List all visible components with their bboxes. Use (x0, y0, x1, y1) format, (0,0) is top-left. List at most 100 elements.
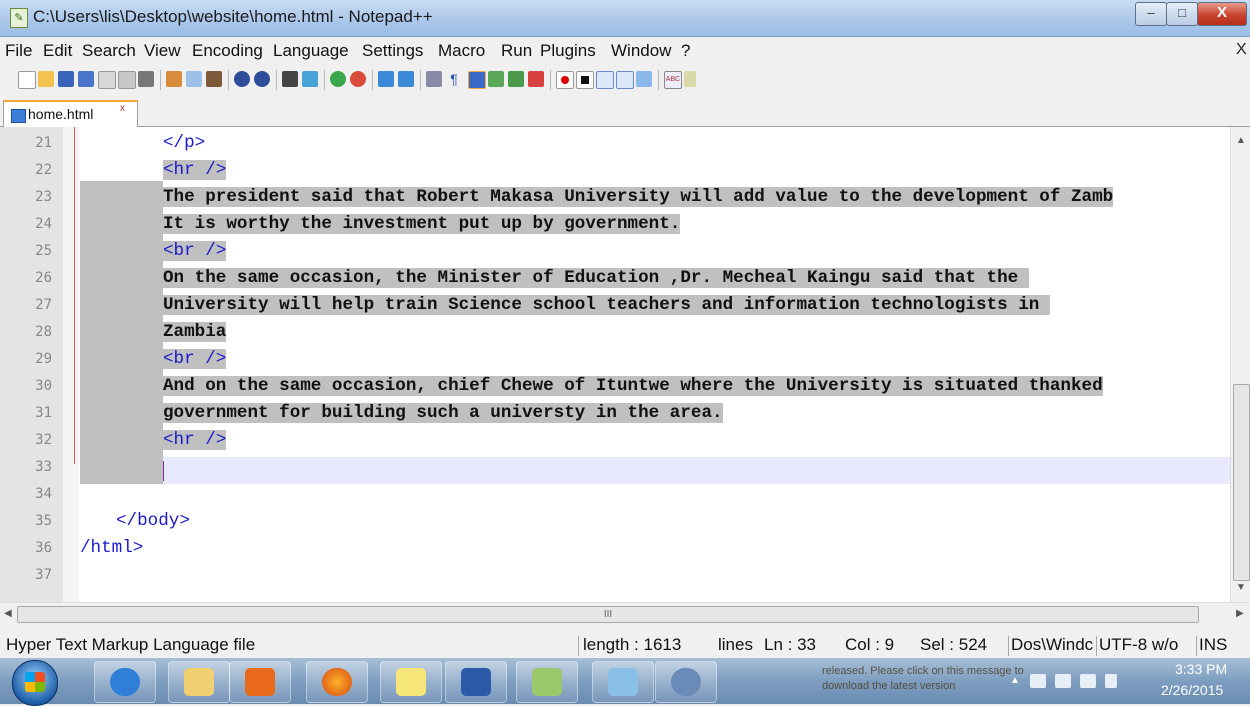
toolbar-separator (420, 70, 421, 90)
network-icon[interactable] (1080, 674, 1096, 688)
show-hidden-icons-arrow-icon[interactable]: ▲ (1010, 675, 1020, 686)
code-line[interactable]: 21 </p> (0, 130, 1230, 157)
user-language-icon[interactable] (488, 71, 504, 87)
copy-icon[interactable] (186, 71, 202, 87)
minimize-button[interactable]: – (1135, 2, 1167, 26)
scroll-left-arrow-icon[interactable]: ◀ (4, 608, 12, 619)
code-line[interactable]: 30 And on the same occasion, chief Chewe … (0, 373, 1230, 400)
find-icon[interactable] (282, 71, 298, 87)
code-line[interactable]: 25 <br /> (0, 238, 1230, 265)
menu-macro[interactable]: Macro (438, 41, 485, 61)
menu-run[interactable]: Run (501, 41, 532, 61)
new-file-icon[interactable] (18, 71, 36, 89)
stop-macro-icon[interactable] (576, 71, 594, 89)
editor-pane[interactable]: 21 </p> 22 <hr /> 23 The president said that … (0, 127, 1250, 602)
save-macro-icon[interactable] (636, 71, 652, 87)
menu-view[interactable]: View (144, 41, 181, 61)
taskbar-sticky-notes[interactable] (380, 661, 442, 703)
save-all-icon[interactable] (78, 71, 94, 87)
cut-icon[interactable] (166, 71, 182, 87)
status-length: length : 1613 (583, 635, 682, 654)
sync-vertical-icon[interactable] (378, 71, 394, 87)
menu-file[interactable]: File (5, 41, 32, 61)
code-line[interactable]: 23 The president said that Robert Makasa … (0, 184, 1230, 211)
print-icon[interactable] (138, 71, 154, 87)
taskbar-notepad[interactable] (592, 661, 654, 703)
code-line[interactable]: 22 <hr /> (0, 157, 1230, 184)
play-macro-icon[interactable] (596, 71, 614, 89)
taskbar-microsoft-word[interactable] (445, 661, 507, 703)
title-bar[interactable]: ✎ C:\Users\lis\Desktop\website\home.html… (0, 0, 1250, 37)
taskbar-internet-explorer[interactable] (94, 661, 156, 703)
menu-search[interactable]: Search (82, 41, 136, 61)
menu-plugins[interactable]: Plugins (540, 41, 596, 61)
replace-icon[interactable] (302, 71, 318, 87)
close-all-icon[interactable] (118, 71, 136, 89)
show-all-characters-icon[interactable]: ¶ (446, 71, 462, 87)
code-line[interactable]: 32 <hr /> (0, 427, 1230, 454)
clock-date[interactable]: 2/26/2015 (1161, 682, 1223, 698)
redo-icon[interactable] (254, 71, 270, 87)
menu-help[interactable]: ? (681, 41, 690, 61)
action-center-icon[interactable] (1030, 674, 1046, 688)
save-icon[interactable] (58, 71, 74, 87)
horizontal-scroll-thumb[interactable]: III (17, 606, 1199, 623)
zoom-out-icon[interactable] (350, 71, 366, 87)
code-line[interactable]: 27 University will help train Science sch… (0, 292, 1230, 319)
run-macro-multiple-icon[interactable] (616, 71, 634, 89)
status-bar: Hyper Text Markup Language file length :… (0, 634, 1250, 658)
vertical-scrollbar[interactable]: ▲ ▼ (1230, 127, 1250, 602)
taskbar-app[interactable] (655, 661, 717, 703)
close-button[interactable]: X (1197, 2, 1247, 26)
menu-window[interactable]: Window (611, 41, 671, 61)
paste-icon[interactable] (206, 71, 222, 87)
code-line[interactable]: 36/html> (0, 535, 1230, 562)
code-line[interactable]: 33 (0, 454, 1230, 481)
tab-home-html[interactable]: home.html x (3, 100, 138, 128)
volume-icon[interactable] (1105, 674, 1117, 688)
word-wrap-icon[interactable] (426, 71, 442, 87)
code-line[interactable]: 31 government for building such a univers… (0, 400, 1230, 427)
document-map-icon[interactable] (508, 71, 524, 87)
open-file-icon[interactable] (38, 71, 54, 87)
notepadpp-app-icon[interactable]: ✎ (10, 8, 28, 28)
update-notification-text[interactable]: released. Please click on this message t… (822, 664, 1032, 694)
close-file-icon[interactable] (98, 71, 116, 89)
zoom-in-icon[interactable] (330, 71, 346, 87)
record-macro-icon[interactable] (556, 71, 574, 89)
taskbar-notepad-plus-plus[interactable] (516, 661, 578, 703)
code-line[interactable]: 28 Zambia (0, 319, 1230, 346)
code-line[interactable]: 37 (0, 562, 1230, 589)
indent-guide-icon[interactable] (468, 71, 486, 89)
maximize-button[interactable]: □ (1166, 2, 1198, 26)
scroll-down-arrow-icon[interactable]: ▼ (1236, 582, 1246, 593)
code-line[interactable]: 35 </body> (0, 508, 1230, 535)
plugin-icon[interactable] (684, 71, 696, 87)
menu-settings[interactable]: Settings (362, 41, 423, 61)
menu-edit[interactable]: Edit (43, 41, 72, 61)
clock-time[interactable]: 3:33 PM (1175, 661, 1227, 677)
function-list-icon[interactable] (528, 71, 544, 87)
tab-close-icon[interactable]: x (120, 103, 125, 114)
start-button[interactable] (12, 660, 58, 706)
vertical-scroll-thumb[interactable] (1233, 384, 1250, 581)
code-line[interactable]: 24 It is worthy the investment put up by … (0, 211, 1230, 238)
taskbar-firefox[interactable] (306, 661, 368, 703)
code-line[interactable]: 34 (0, 481, 1230, 508)
spell-check-icon[interactable]: ABC (664, 71, 682, 89)
scroll-right-arrow-icon[interactable]: ▶ (1236, 608, 1244, 619)
code-line[interactable]: 29 <br /> (0, 346, 1230, 373)
horizontal-scrollbar[interactable]: ◀ III ▶ (0, 602, 1250, 625)
sync-horizontal-icon[interactable] (398, 71, 414, 87)
power-icon[interactable] (1055, 674, 1071, 688)
menu-encoding[interactable]: Encoding (192, 41, 263, 61)
menu-language[interactable]: Language (273, 41, 349, 61)
undo-icon[interactable] (234, 71, 250, 87)
notification-area[interactable]: released. Please click on this message t… (820, 658, 1150, 704)
scroll-up-arrow-icon[interactable]: ▲ (1236, 135, 1246, 146)
code-line[interactable]: 26 On the same occasion, the Minister of … (0, 265, 1230, 292)
taskbar-windows-explorer[interactable] (168, 661, 230, 703)
close-document-button[interactable]: X (1236, 41, 1247, 59)
line-number: 24 (35, 216, 52, 232)
taskbar-media-player[interactable] (229, 661, 291, 703)
